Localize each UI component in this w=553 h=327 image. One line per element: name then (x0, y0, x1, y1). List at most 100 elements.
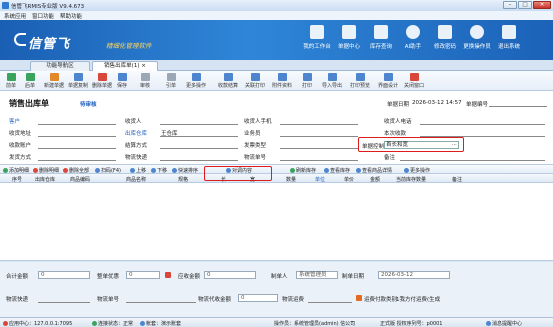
ship-method-label: 发货方式 (9, 155, 32, 161)
import-export-button[interactable]: 导入导出 (322, 73, 342, 89)
customer-field[interactable] (38, 124, 116, 125)
doc-no-field[interactable] (489, 106, 547, 107)
col-unit[interactable]: 单位 (315, 176, 325, 183)
settle-method-field[interactable] (160, 148, 238, 149)
product-detail-button[interactable]: 查看商品详情 (356, 167, 392, 174)
nav-switch-operator[interactable]: 更换操作员 (461, 25, 493, 50)
layout-design-button[interactable]: 界面设计 (378, 73, 398, 89)
window-controls: – □ ✕ (503, 1, 551, 9)
move-down-button[interactable]: 下移 (151, 167, 167, 174)
delete-row-button[interactable]: 删除明细 (33, 167, 59, 174)
move-up-button[interactable]: 上移 (130, 167, 146, 174)
close-icon[interactable]: ✕ (533, 1, 551, 9)
refresh-icon (290, 168, 295, 173)
nav-stock-query[interactable]: 库存查询 (365, 25, 397, 50)
header-banner: 信管飞 精细化管理软件 我的工作台 单据中心 库存查询 AI助手 修改密码 更换… (0, 20, 553, 60)
refresh-stock-button[interactable]: 刷新库存 (290, 167, 316, 174)
save-button[interactable]: 保存 (117, 73, 127, 89)
tab-nav-area[interactable]: 功能导航区 (30, 61, 90, 71)
receiver-field[interactable] (160, 124, 238, 125)
express-no-field[interactable] (126, 302, 196, 303)
logistics-express-field[interactable] (160, 160, 238, 161)
discount-lock-icon[interactable] (165, 272, 171, 278)
ship-method-field[interactable] (38, 160, 116, 161)
highlight-order-controller (358, 137, 464, 152)
detail-grid-body[interactable] (0, 183, 553, 261)
out-warehouse-field[interactable] (160, 136, 238, 137)
add-row-button[interactable]: 添加明细 (3, 167, 29, 174)
scan-button[interactable]: 扫码(F4) (95, 167, 121, 174)
freight-option-value[interactable]: 1我方付运费(生成 (396, 295, 440, 303)
freight-checkbox[interactable] (356, 295, 362, 301)
nav-ai-assistant[interactable]: AI助手 (397, 25, 429, 50)
col-name[interactable]: 商品名称 (126, 176, 146, 183)
receipt-settle-button[interactable]: 收款结算 (218, 73, 238, 89)
freight-field[interactable] (308, 302, 352, 303)
receipt-account-field[interactable] (38, 148, 116, 149)
printer-icon (302, 73, 312, 81)
next-doc-button[interactable]: 后单 (25, 73, 35, 89)
copy-doc-button[interactable]: 单据复制 (68, 73, 88, 89)
lock-icon (438, 25, 452, 39)
audit-button[interactable]: 审核 (140, 73, 150, 89)
discount-field[interactable]: 0 (126, 271, 160, 279)
brand-slogan: 精细化管理软件 (106, 42, 152, 50)
prev-doc-button[interactable]: 前单 (6, 73, 16, 89)
tab-sales-out[interactable]: 销售出库单(1) × (92, 61, 158, 71)
col-seq[interactable]: 序号 (12, 176, 22, 183)
receiver-phone-field[interactable] (280, 124, 358, 125)
print-preview-button[interactable]: 打印预览 (350, 73, 370, 89)
nav-exit[interactable]: 退出系统 (493, 25, 525, 50)
col-remark[interactable]: 备注 (452, 176, 462, 183)
remark-field[interactable] (400, 160, 545, 161)
col-amount[interactable]: 金额 (370, 176, 380, 183)
invoice-type-field[interactable] (280, 148, 358, 149)
nav-doc-center[interactable]: 单据中心 (333, 25, 365, 50)
menu-system[interactable]: 系统应用 (4, 12, 26, 20)
server-status: 应用中心：127.0.0.1:7095 (3, 320, 72, 327)
print-button[interactable]: 打印 (302, 73, 312, 89)
delete-all-button[interactable]: 删除全部 (63, 167, 89, 174)
tab-close-icon[interactable]: × (141, 63, 146, 69)
customer-label[interactable]: 客户 (9, 117, 20, 125)
col-qty[interactable]: 数量 (286, 176, 296, 183)
status-badge: 待审核 (80, 102, 97, 108)
doc-toolbar: 前单 后单 新建单据 单据复制 删除单据 保存 审核 引单 更多操作 收款结算 … (0, 71, 553, 91)
nav-workbench[interactable]: 我的工作台 (301, 25, 333, 50)
more-actions-button[interactable]: 更多操作 (186, 73, 206, 89)
new-doc-button[interactable]: 新建单据 (44, 73, 64, 89)
linked-print-button[interactable]: 关联打印 (245, 73, 265, 89)
freight-label: 物流运费 (282, 297, 305, 303)
salesman-field[interactable] (280, 136, 358, 137)
maximize-icon[interactable]: □ (518, 1, 532, 9)
ship-address-field[interactable] (38, 136, 116, 137)
view-stock-button[interactable]: 查看库存 (324, 167, 350, 174)
collect-label: 物流代收金额 (198, 297, 232, 303)
doc-date-value[interactable]: 2026-03-12 14:57 (412, 100, 462, 106)
quick-sort-button[interactable]: 快速排序 (172, 167, 198, 174)
logistics-no-field[interactable] (280, 160, 358, 161)
express-field[interactable] (38, 302, 90, 303)
out-warehouse-label[interactable]: 出库仓库 (125, 129, 147, 137)
receiver-tel-field[interactable] (420, 124, 545, 125)
delete-doc-button[interactable]: 删除单据 (92, 73, 112, 89)
grid-more-button[interactable]: 更多操作 (404, 167, 430, 174)
close-window-button[interactable]: 关闭窗口 (404, 73, 424, 89)
col-warehouse[interactable]: 出库仓库 (35, 176, 55, 183)
menu-window[interactable]: 窗口功能 (32, 12, 54, 20)
nav-change-password[interactable]: 修改密码 (429, 25, 461, 50)
col-stock[interactable]: 当前库存数量 (396, 176, 426, 183)
message-center[interactable]: 消息提醒中心 (486, 320, 522, 327)
detail-grid-header: 序号 出库仓库 商品编码 商品名称 规格 长 宽 数量 单位 单价 金额 当前库… (0, 166, 553, 183)
menu-help[interactable]: 帮助功能 (60, 12, 82, 20)
new-icon (49, 73, 59, 81)
col-spec[interactable]: 规格 (178, 176, 188, 183)
col-price[interactable]: 单价 (344, 176, 354, 183)
attachments-button[interactable]: 附件资料 (272, 73, 292, 89)
minimize-icon[interactable]: – (503, 1, 517, 9)
import-doc-button[interactable]: 引单 (166, 73, 176, 89)
connection-icon (92, 321, 97, 326)
col-code[interactable]: 商品编码 (70, 176, 90, 183)
collect-field[interactable]: 0 (238, 294, 278, 302)
scan-icon (95, 168, 100, 173)
